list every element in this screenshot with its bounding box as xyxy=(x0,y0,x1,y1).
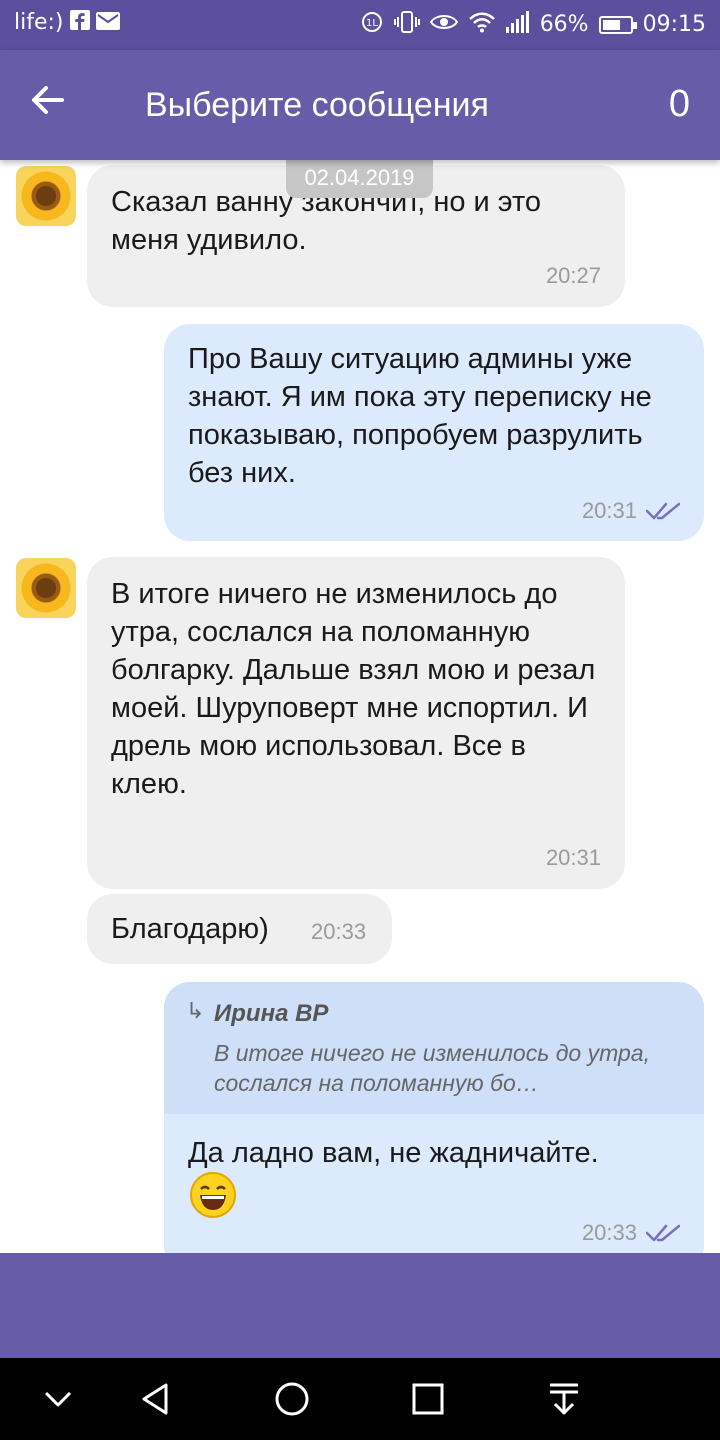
app-bar: Выберите сообщения 0 xyxy=(0,50,720,160)
nav-back-icon[interactable] xyxy=(134,1377,178,1421)
double-check-icon xyxy=(646,1224,680,1242)
message-text: Да ладно вам, не жадничайте. xyxy=(188,1137,599,1169)
mail-icon xyxy=(95,11,120,35)
reply-text: В итоге ничего не изменилось до утра, со… xyxy=(214,1040,650,1096)
message-time: 20:27 xyxy=(545,263,601,288)
status-bar: life:) 1L 66% 09:15 xyxy=(0,0,720,50)
date-badge: 02.04.2019 xyxy=(286,160,433,198)
message-time: 20:31 xyxy=(581,498,637,523)
facebook-icon xyxy=(69,10,90,35)
selection-action-bar xyxy=(0,1253,720,1358)
back-arrow-icon xyxy=(32,86,64,114)
message-bubble[interactable]: ↳ Ирина ВР В итоге ничего не изменилось … xyxy=(164,982,704,1253)
nav-notifications-icon[interactable] xyxy=(542,1377,586,1421)
laughing-emoji-icon xyxy=(190,1172,236,1218)
status-left: life:) xyxy=(14,10,120,35)
message-text: Благодарю) xyxy=(111,913,269,945)
chat-area[interactable]: 02.04.2019 Сказал ванну закончит, но и э… xyxy=(0,160,720,1253)
carrier-label: life:) xyxy=(14,10,64,35)
data-saver-icon: 1L xyxy=(360,10,384,39)
system-nav-bar xyxy=(0,1358,720,1440)
nav-home-icon[interactable] xyxy=(270,1377,314,1421)
nav-hide-icon[interactable] xyxy=(36,1377,80,1421)
back-button[interactable] xyxy=(28,80,78,130)
double-check-icon xyxy=(646,502,680,520)
message-time: 20:33 xyxy=(311,919,367,944)
selected-count: 0 xyxy=(668,83,690,125)
message-time: 20:33 xyxy=(581,1220,637,1245)
battery-fill xyxy=(602,19,620,30)
wifi-icon xyxy=(468,11,496,38)
message-text: Про Вашу ситуацию админы уже знают. Я им… xyxy=(188,343,652,489)
nav-recents-icon[interactable] xyxy=(406,1377,450,1421)
status-right: 1L 66% 09:15 xyxy=(360,10,706,39)
avatar[interactable] xyxy=(16,166,76,226)
vibrate-icon xyxy=(393,10,420,39)
message-bubble[interactable]: Благодарю) 20:33 xyxy=(87,894,392,964)
avatar[interactable] xyxy=(16,558,76,618)
message-bubble[interactable]: В итоге ничего не изменилось до утра, со… xyxy=(87,557,625,889)
svg-text:1L: 1L xyxy=(366,18,378,29)
message-text: В итоге ничего не изменилось до утра, со… xyxy=(111,578,596,800)
clock: 09:15 xyxy=(642,12,706,37)
signal-icon xyxy=(505,11,530,38)
battery-icon xyxy=(598,15,637,34)
reply-quote[interactable]: ↳ Ирина ВР В итоге ничего не изменилось … xyxy=(164,982,704,1114)
message-time: 20:31 xyxy=(545,845,601,870)
eye-icon xyxy=(429,12,458,37)
reply-author: Ирина ВР xyxy=(214,1000,329,1027)
reply-arrow-icon: ↳ xyxy=(186,998,205,1023)
page-title: Выберите сообщения xyxy=(145,86,489,124)
message-bubble[interactable]: Про Вашу ситуацию админы уже знают. Я им… xyxy=(164,324,704,541)
battery-percent: 66% xyxy=(539,12,589,37)
